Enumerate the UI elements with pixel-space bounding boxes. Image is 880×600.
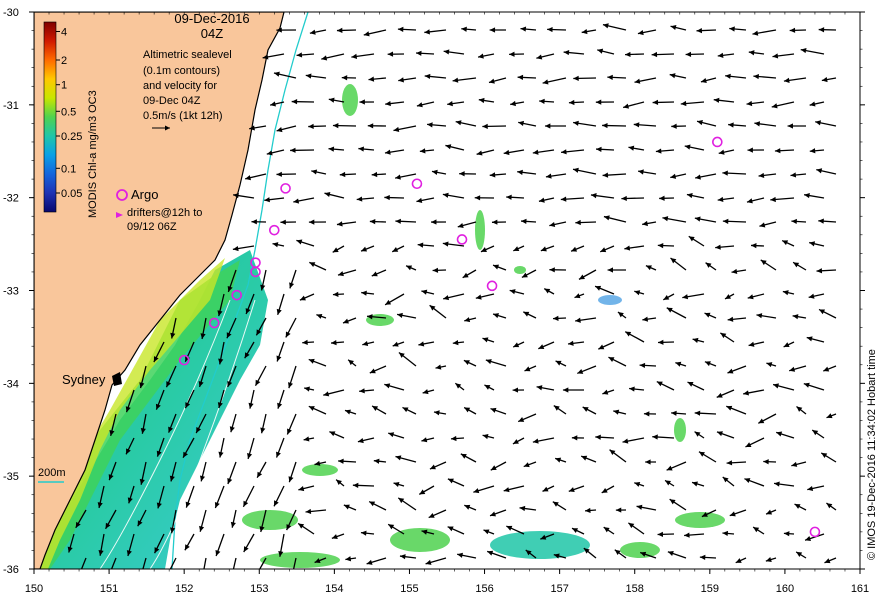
x-tick-label: 155 [400, 583, 418, 595]
x-tick-label: 151 [100, 583, 118, 595]
credit-label: © IMOS 19-Dec-2016 11:34:02 Hobart time [866, 349, 878, 560]
colorbar-tick-label: 0.25 [61, 131, 82, 143]
date-label: 09-Dec-2016 [174, 11, 249, 26]
x-tick-label: 161 [851, 583, 869, 595]
velocity-arrow-head [291, 571, 296, 577]
y-tick-label: -30 [3, 7, 19, 19]
velocity-arrow-head [230, 573, 235, 579]
drifter-legend-line-2: 09/12 06Z [127, 221, 177, 233]
legend-line-1: Altimetric sealevel [143, 49, 232, 61]
colorbar-tick-label: 2 [61, 55, 67, 67]
x-tick-label: 152 [175, 583, 193, 595]
colorbar-tick-label: 0.05 [61, 188, 82, 200]
city-label-sydney: Sydney [62, 372, 106, 387]
legend-line-4: 09-Dec 04Z [143, 95, 201, 107]
x-tick-label: 160 [776, 583, 794, 595]
x-tick-label: 159 [701, 583, 719, 595]
colorbar-tick-label: 1 [61, 80, 67, 92]
colorbar-tick-label: 0.1 [61, 163, 76, 175]
legend-line-5: 0.5m/s (1kt 12h) [143, 110, 222, 122]
x-tick-label: 150 [25, 583, 43, 595]
argo-legend-label: Argo [131, 187, 158, 202]
colorbar-tick-label: 0.5 [61, 106, 76, 118]
x-tick-label: 157 [550, 583, 568, 595]
colorbar-gradient [43, 21, 57, 213]
time-label: 04Z [201, 26, 223, 41]
drifter-legend-line-1: drifters@12h to [127, 207, 202, 219]
velocity-arrow-head [167, 570, 172, 576]
velocity-arrow-head [77, 573, 82, 579]
y-tick-label: -36 [3, 564, 19, 576]
y-tick-label: -32 [3, 193, 19, 205]
velocity-arrow-head [140, 570, 145, 576]
x-tick-label: 154 [325, 583, 343, 595]
colorbar-title: MODIS Chl-a mg/m3 OC3 [87, 90, 99, 218]
x-tick-label: 156 [475, 583, 493, 595]
y-tick-label: -35 [3, 471, 19, 483]
colorbar-tick-label: 4 [61, 27, 67, 39]
y-tick-label: -34 [3, 378, 19, 390]
legend-line-3: and velocity for [143, 80, 217, 92]
y-tick-label: -33 [3, 286, 19, 298]
x-tick-label: 158 [626, 583, 644, 595]
velocity-arrow-head [201, 572, 206, 578]
y-tick-label: -31 [3, 100, 19, 112]
x-tick-label: 153 [250, 583, 268, 595]
ocean-map: 150 151 152 153 154 155 156 157 158 159 160 161 -30… [3, 7, 878, 595]
legend-line-2: (0.1m contours) [143, 65, 220, 77]
isobath-legend-label: 200m [38, 467, 66, 479]
